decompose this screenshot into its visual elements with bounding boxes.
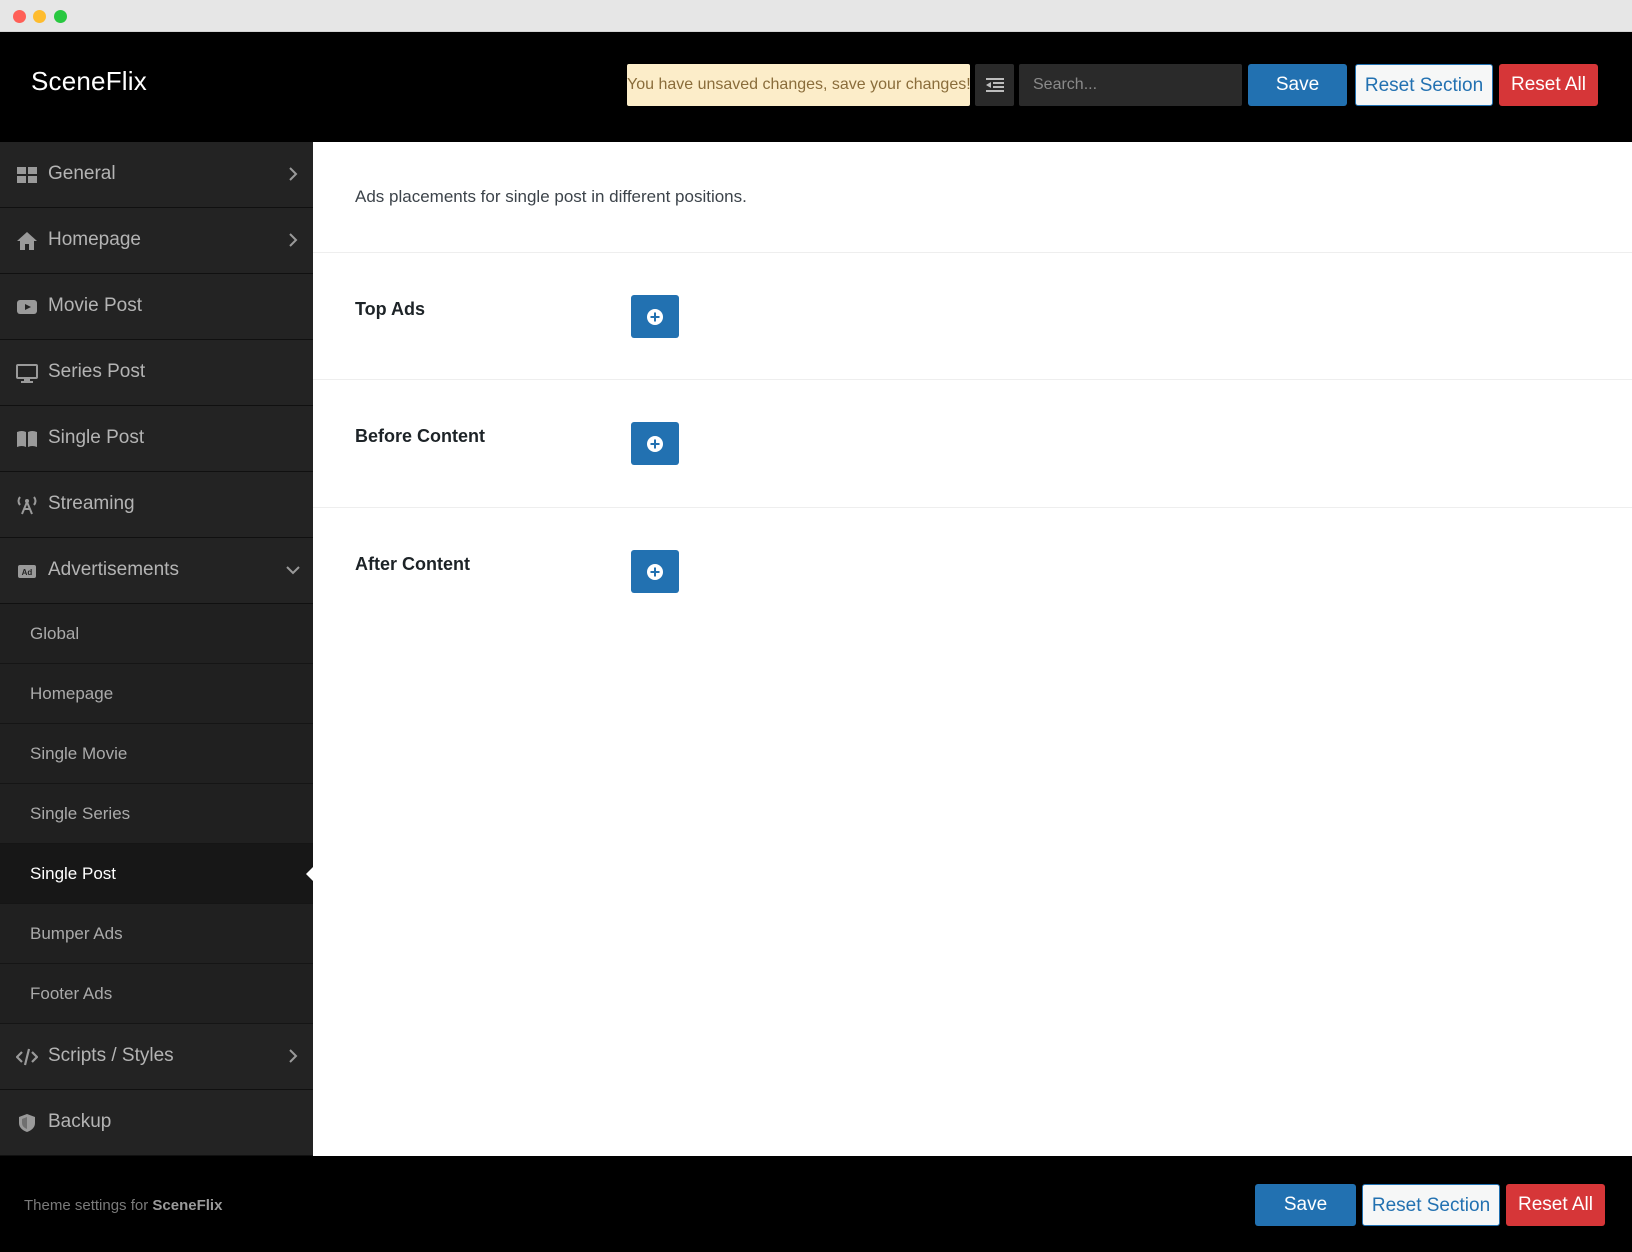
sidebar-item-backup[interactable]: Backup [0, 1090, 313, 1156]
field-label-before-content: Before Content [355, 426, 485, 446]
home-icon [17, 232, 37, 250]
divider [313, 379, 1632, 380]
footer-reset-all-button[interactable]: Reset All [1506, 1184, 1605, 1226]
sidebar-subitem-homepage[interactable]: Homepage [0, 664, 313, 724]
sidebar-subitem-label: Single Series [30, 804, 131, 823]
indent-list-icon [985, 78, 1004, 92]
chevron-down-icon [286, 566, 300, 575]
code-icon [16, 1048, 38, 1066]
plus-circle-icon [647, 435, 663, 452]
settings-content-panel: Ads placements for single post in differ… [313, 142, 1632, 1156]
sidebar-subitem-label: Single Movie [30, 744, 128, 763]
youtube-icon [17, 300, 37, 314]
shield-icon [19, 1114, 35, 1132]
add-top-ads-button[interactable] [631, 295, 679, 338]
options-header: SceneFlix You have unsaved changes, save… [0, 32, 1632, 142]
field-label-top-ads: Top Ads [355, 299, 425, 319]
field-label-after-content: After Content [355, 554, 470, 574]
sidebar-item-label: Scripts / Styles [48, 1045, 174, 1066]
maximize-window-button[interactable] [54, 10, 67, 23]
svg-text:Ad: Ad [22, 568, 33, 577]
sidebar-item-streaming[interactable]: Streaming [0, 472, 313, 538]
footer-credit-prefix: Theme settings for [24, 1197, 153, 1214]
reset-all-button[interactable]: Reset All [1499, 64, 1598, 106]
sidebar-subitem-bumper-ads[interactable]: Bumper Ads [0, 904, 313, 964]
chevron-right-icon [289, 167, 298, 181]
chevron-right-icon [289, 1049, 298, 1063]
sidebar-subitem-label: Single Post [30, 864, 116, 883]
sidebar-item-general[interactable]: General [0, 142, 313, 208]
sidebar-item-advertisements[interactable]: Ad Advertisements [0, 538, 313, 604]
add-after-content-button[interactable] [631, 550, 679, 593]
grid-icon [17, 167, 37, 183]
sidebar-subitem-footer-ads[interactable]: Footer Ads [0, 964, 313, 1024]
close-window-button[interactable] [13, 10, 26, 23]
ad-icon: Ad [18, 565, 36, 578]
sidebar-item-single-post[interactable]: Single Post [0, 406, 313, 472]
monitor-icon [16, 364, 38, 383]
book-icon [17, 431, 37, 447]
sidebar-item-series-post[interactable]: Series Post [0, 340, 313, 406]
search-input[interactable] [1019, 64, 1242, 106]
sidebar-subitem-single-post[interactable]: Single Post [0, 844, 314, 904]
sidebar-item-label: Single Post [48, 427, 145, 448]
sidebar-subitem-single-series[interactable]: Single Series [0, 784, 313, 844]
sidebar-item-label: General [48, 163, 116, 184]
footer-credit: Theme settings for SceneFlix [24, 1197, 222, 1214]
save-button[interactable]: Save [1248, 64, 1347, 106]
section-description: Ads placements for single post in differ… [355, 187, 747, 206]
plus-circle-icon [647, 563, 663, 580]
footer-theme-name: SceneFlix [152, 1197, 223, 1214]
broadcast-icon [17, 496, 37, 515]
unsaved-changes-notice: You have unsaved changes, save your chan… [627, 64, 971, 106]
options-footer: Theme settings for SceneFlix Save Reset … [0, 1156, 1632, 1252]
sidebar-item-movie-post[interactable]: Movie Post [0, 274, 313, 340]
window-titlebar [0, 0, 1632, 32]
sidebar-subitem-single-movie[interactable]: Single Movie [0, 724, 313, 784]
sidebar-subitem-global[interactable]: Global [0, 604, 313, 664]
sidebar-item-label: Series Post [48, 361, 146, 382]
chevron-right-icon [289, 233, 298, 247]
reset-section-button[interactable]: Reset Section [1355, 64, 1493, 106]
sidebar-subitem-label: Homepage [30, 684, 114, 703]
expand-all-button[interactable] [975, 64, 1014, 106]
sidebar-item-label: Movie Post [48, 295, 142, 316]
footer-save-button[interactable]: Save [1255, 1184, 1356, 1226]
plus-circle-icon [647, 308, 663, 325]
sidebar-item-label: Streaming [48, 493, 135, 514]
minimize-window-button[interactable] [33, 10, 46, 23]
sidebar-subitem-label: Global [30, 624, 80, 643]
add-before-content-button[interactable] [631, 422, 679, 465]
sidebar-item-label: Homepage [48, 229, 141, 250]
sidebar-item-scripts-styles[interactable]: Scripts / Styles [0, 1024, 313, 1090]
sidebar-item-label: Advertisements [48, 559, 179, 580]
divider [313, 507, 1632, 508]
sidebar-nav: General Homepage Movie Post Series Post … [0, 142, 314, 1156]
sidebar-item-homepage[interactable]: Homepage [0, 208, 313, 274]
divider [313, 252, 1632, 253]
footer-reset-section-button[interactable]: Reset Section [1362, 1184, 1500, 1226]
sidebar-subitem-label: Bumper Ads [30, 924, 123, 943]
sidebar-item-label: Backup [48, 1111, 112, 1132]
brand-title: SceneFlix [31, 66, 147, 96]
sidebar-subitem-label: Footer Ads [30, 984, 113, 1003]
